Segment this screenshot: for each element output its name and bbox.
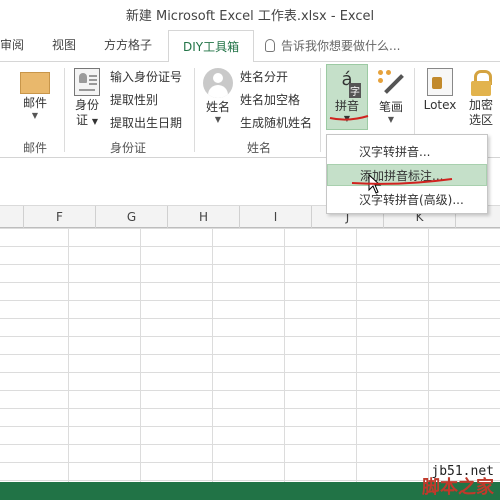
split-name-button[interactable]: 姓名分开 <box>240 67 288 87</box>
column-header-partial[interactable] <box>0 206 24 228</box>
chevron-down-icon: ▼ <box>343 114 351 123</box>
document-icon <box>427 68 453 96</box>
id-button-label-1: 身份 <box>74 98 99 112</box>
extract-gender-button[interactable]: 提取性别 <box>110 90 158 110</box>
encrypt-label-2: 选区 <box>468 113 493 127</box>
column-header-i[interactable]: I <box>240 206 312 228</box>
pinyin-dropdown-menu: 汉字转拼音... 添加拼音标注... 汉字转拼音(高级)... <box>326 134 488 214</box>
tab-view[interactable]: 视图 <box>52 36 76 53</box>
tell-me-text: 告诉我你想要做什么... <box>281 39 401 53</box>
menu-item-to-pinyin[interactable]: 汉字转拼音... <box>327 141 487 163</box>
lotex-button-label: Lotex <box>423 98 457 112</box>
encrypt-selection-button[interactable]: 加密 选区 <box>462 66 500 128</box>
spreadsheet-grid[interactable] <box>0 228 500 482</box>
chevron-down-icon: ▼ <box>387 115 395 124</box>
id-card-button[interactable]: 身份 证 ▼ <box>68 66 106 129</box>
tab-diy-toolbox[interactable]: DIY工具箱 <box>168 30 255 63</box>
tell-me-box[interactable]: 告诉我你想要做什么... <box>265 37 400 54</box>
title-bar: 新建 Microsoft Excel 工作表.xlsx - Excel <box>0 0 500 28</box>
group-divider <box>194 68 195 152</box>
menu-item-add-pinyin-annotation[interactable]: 添加拼音标注... <box>327 164 487 186</box>
watermark: jb51.net 脚本之家 <box>422 464 494 498</box>
column-header-g[interactable]: G <box>96 206 168 228</box>
extract-birthdate-button[interactable]: 提取出生日期 <box>110 113 182 133</box>
name-add-space-button[interactable]: 姓名加空格 <box>240 90 300 110</box>
person-icon <box>203 68 233 98</box>
stroke-button-label: 笔画 <box>378 100 403 114</box>
group-divider <box>64 68 65 152</box>
pinyin-button[interactable]: á字 拼音 ▼ <box>326 64 368 130</box>
encrypt-label-1: 加密 <box>468 98 493 112</box>
random-name-button[interactable]: 生成随机姓名 <box>240 113 312 133</box>
group-divider <box>320 68 321 152</box>
mail-button-label: 邮件 <box>22 96 47 110</box>
name-button[interactable]: 姓名 ▼ <box>200 66 236 125</box>
group-label-name: 姓名 <box>246 141 271 155</box>
column-header-f[interactable]: F <box>24 206 96 228</box>
ribbon-tabs: 审阅 视图 方方格子 DIY工具箱 告诉我你想要做什么... <box>0 28 500 63</box>
stroke-button[interactable]: 笔画 ▼ <box>372 66 410 125</box>
chevron-down-icon: ▼ <box>214 115 222 124</box>
watermark-text: 脚本之家 <box>422 477 494 498</box>
pinyin-icon: á字 <box>341 69 361 98</box>
group-label-mail: 邮件 <box>22 141 47 155</box>
column-header-h[interactable]: H <box>168 206 240 228</box>
mail-button[interactable]: 邮件 ▼ <box>12 66 58 121</box>
menu-item-to-pinyin-advanced[interactable]: 汉字转拼音(高级)... <box>327 189 487 211</box>
lightbulb-icon <box>265 39 275 52</box>
lock-icon <box>468 68 494 96</box>
envelope-icon <box>20 72 50 94</box>
tab-fangfang[interactable]: 方方格子 <box>104 36 152 53</box>
chevron-down-icon: ▼ <box>31 111 39 120</box>
tab-review[interactable]: 审阅 <box>0 36 24 53</box>
input-id-number-button[interactable]: 输入身份证号 <box>110 67 182 87</box>
window-title: 新建 Microsoft Excel 工作表.xlsx - Excel <box>125 9 375 24</box>
id-card-icon <box>74 68 100 96</box>
name-button-label: 姓名 <box>205 100 230 114</box>
pinyin-button-label: 拼音 <box>334 99 359 113</box>
chevron-down-icon: ▼ <box>91 117 98 126</box>
magic-wand-icon <box>376 68 406 98</box>
id-button-label-2: 证 <box>76 113 89 127</box>
lotex-button[interactable]: Lotex <box>420 66 460 113</box>
group-label-id: 身份证 <box>109 141 146 155</box>
